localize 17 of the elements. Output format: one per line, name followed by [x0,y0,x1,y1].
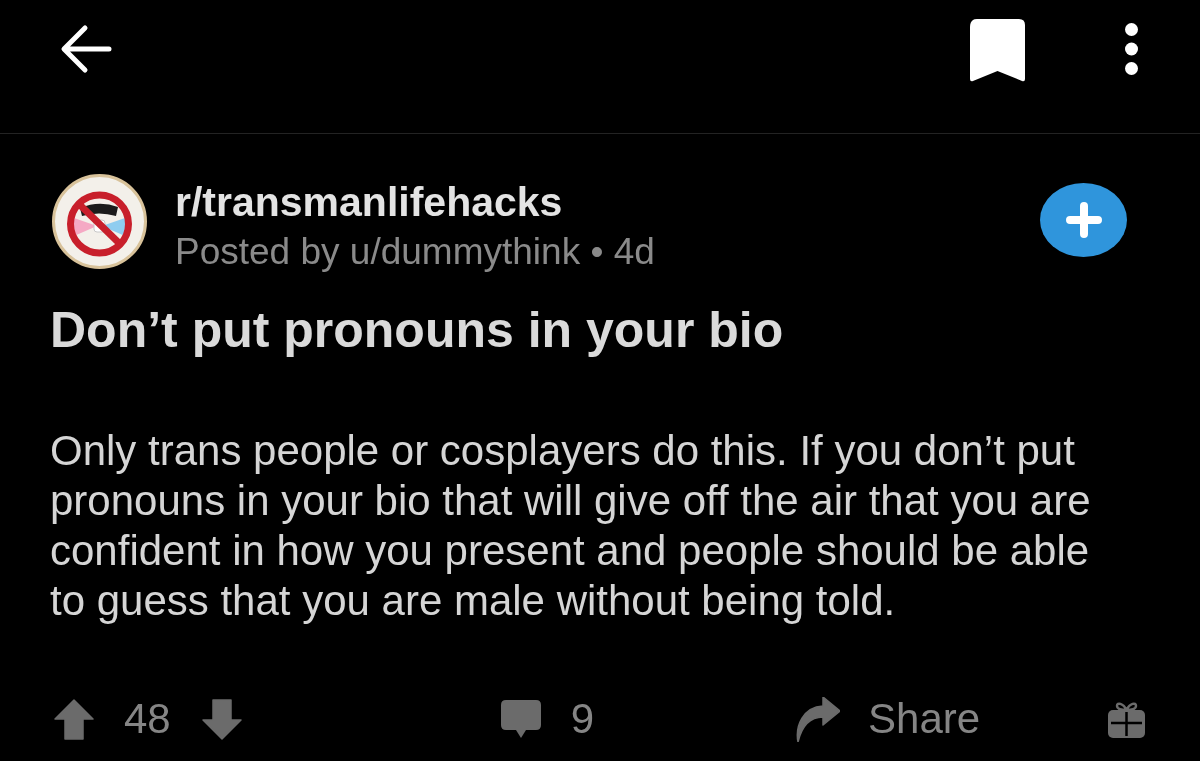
plus-icon [1065,202,1102,238]
gift-icon[interactable] [1108,700,1146,738]
subreddit-link[interactable]: r/transmanlifehacks [175,178,563,226]
post-byline: Posted by u/dummythink • 4d [175,232,655,272]
comments-button[interactable]: 9 [500,695,595,743]
share-arrow-icon [795,696,841,742]
down-arrow-icon[interactable] [201,698,242,740]
post-title: Don’t put pronouns in your bio [50,302,785,358]
vote-score: 48 [124,695,171,743]
share-button[interactable]: Share [795,695,981,743]
post-body: Only trans people or cosplayers do this. If you don’t put pronouns in your bio that will give off the air that you are confident in how you present and people should be able to guess that you are male without being told. [50,426,1092,626]
back-arrow-icon[interactable] [60,23,112,75]
more-options-icon[interactable] [1125,23,1138,75]
bookmark-icon[interactable] [970,19,1025,82]
up-arrow-icon[interactable] [54,698,94,740]
community-avatar-icon[interactable] [52,174,147,269]
comment-bubble-icon [500,700,541,738]
